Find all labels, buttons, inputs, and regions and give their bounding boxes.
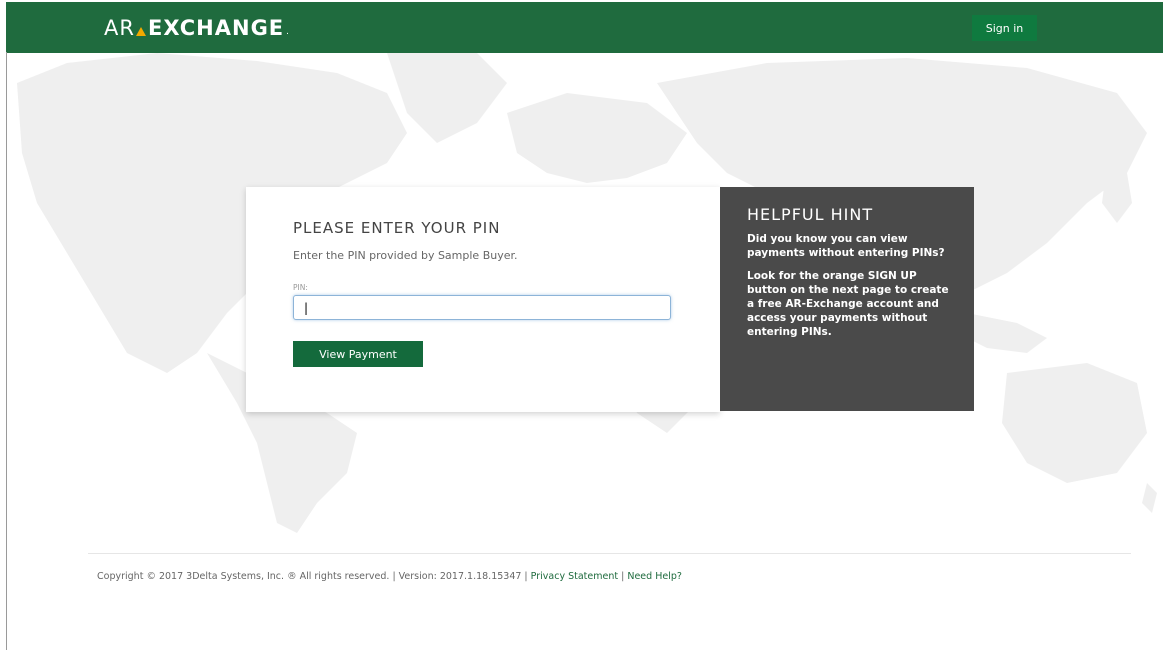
- pin-entry-card: PLEASE ENTER YOUR PIN Enter the PIN prov…: [246, 187, 720, 412]
- hint-title: HELPFUL HINT: [747, 205, 874, 224]
- sign-in-button[interactable]: Sign in: [972, 15, 1037, 41]
- top-header-bar: AR EXCHANGE . Sign in: [6, 2, 1163, 53]
- footer-copyright: Copyright © 2017 3Delta Systems, Inc. ® …: [97, 571, 528, 582]
- logo-ar-text: AR: [104, 16, 135, 40]
- footer-divider: [88, 553, 1131, 554]
- privacy-statement-link[interactable]: Privacy Statement: [531, 571, 618, 582]
- logo-exchange-text: EXCHANGE: [147, 16, 285, 40]
- view-payment-button[interactable]: View Payment: [293, 341, 423, 367]
- hint-paragraph-1: Did you know you can view payments witho…: [747, 233, 945, 259]
- pin-input[interactable]: [293, 295, 671, 320]
- footer-separator: |: [621, 571, 625, 582]
- footer: Copyright © 2017 3Delta Systems, Inc. ® …: [97, 571, 682, 582]
- ar-exchange-logo[interactable]: AR EXCHANGE .: [104, 12, 290, 44]
- pin-card-title: PLEASE ENTER YOUR PIN: [293, 219, 501, 237]
- logo-period: .: [286, 27, 291, 37]
- pin-card-subtitle: Enter the PIN provided by Sample Buyer.: [293, 249, 518, 262]
- pin-field-label: PIN:: [293, 283, 308, 292]
- need-help-link[interactable]: Need Help?: [627, 571, 682, 582]
- hint-paragraph-2: Look for the orange SIGN UP button on th…: [747, 270, 949, 338]
- logo-triangle-icon: [135, 27, 146, 36]
- helpful-hint-panel: HELPFUL HINT Did you know you can view p…: [720, 187, 974, 411]
